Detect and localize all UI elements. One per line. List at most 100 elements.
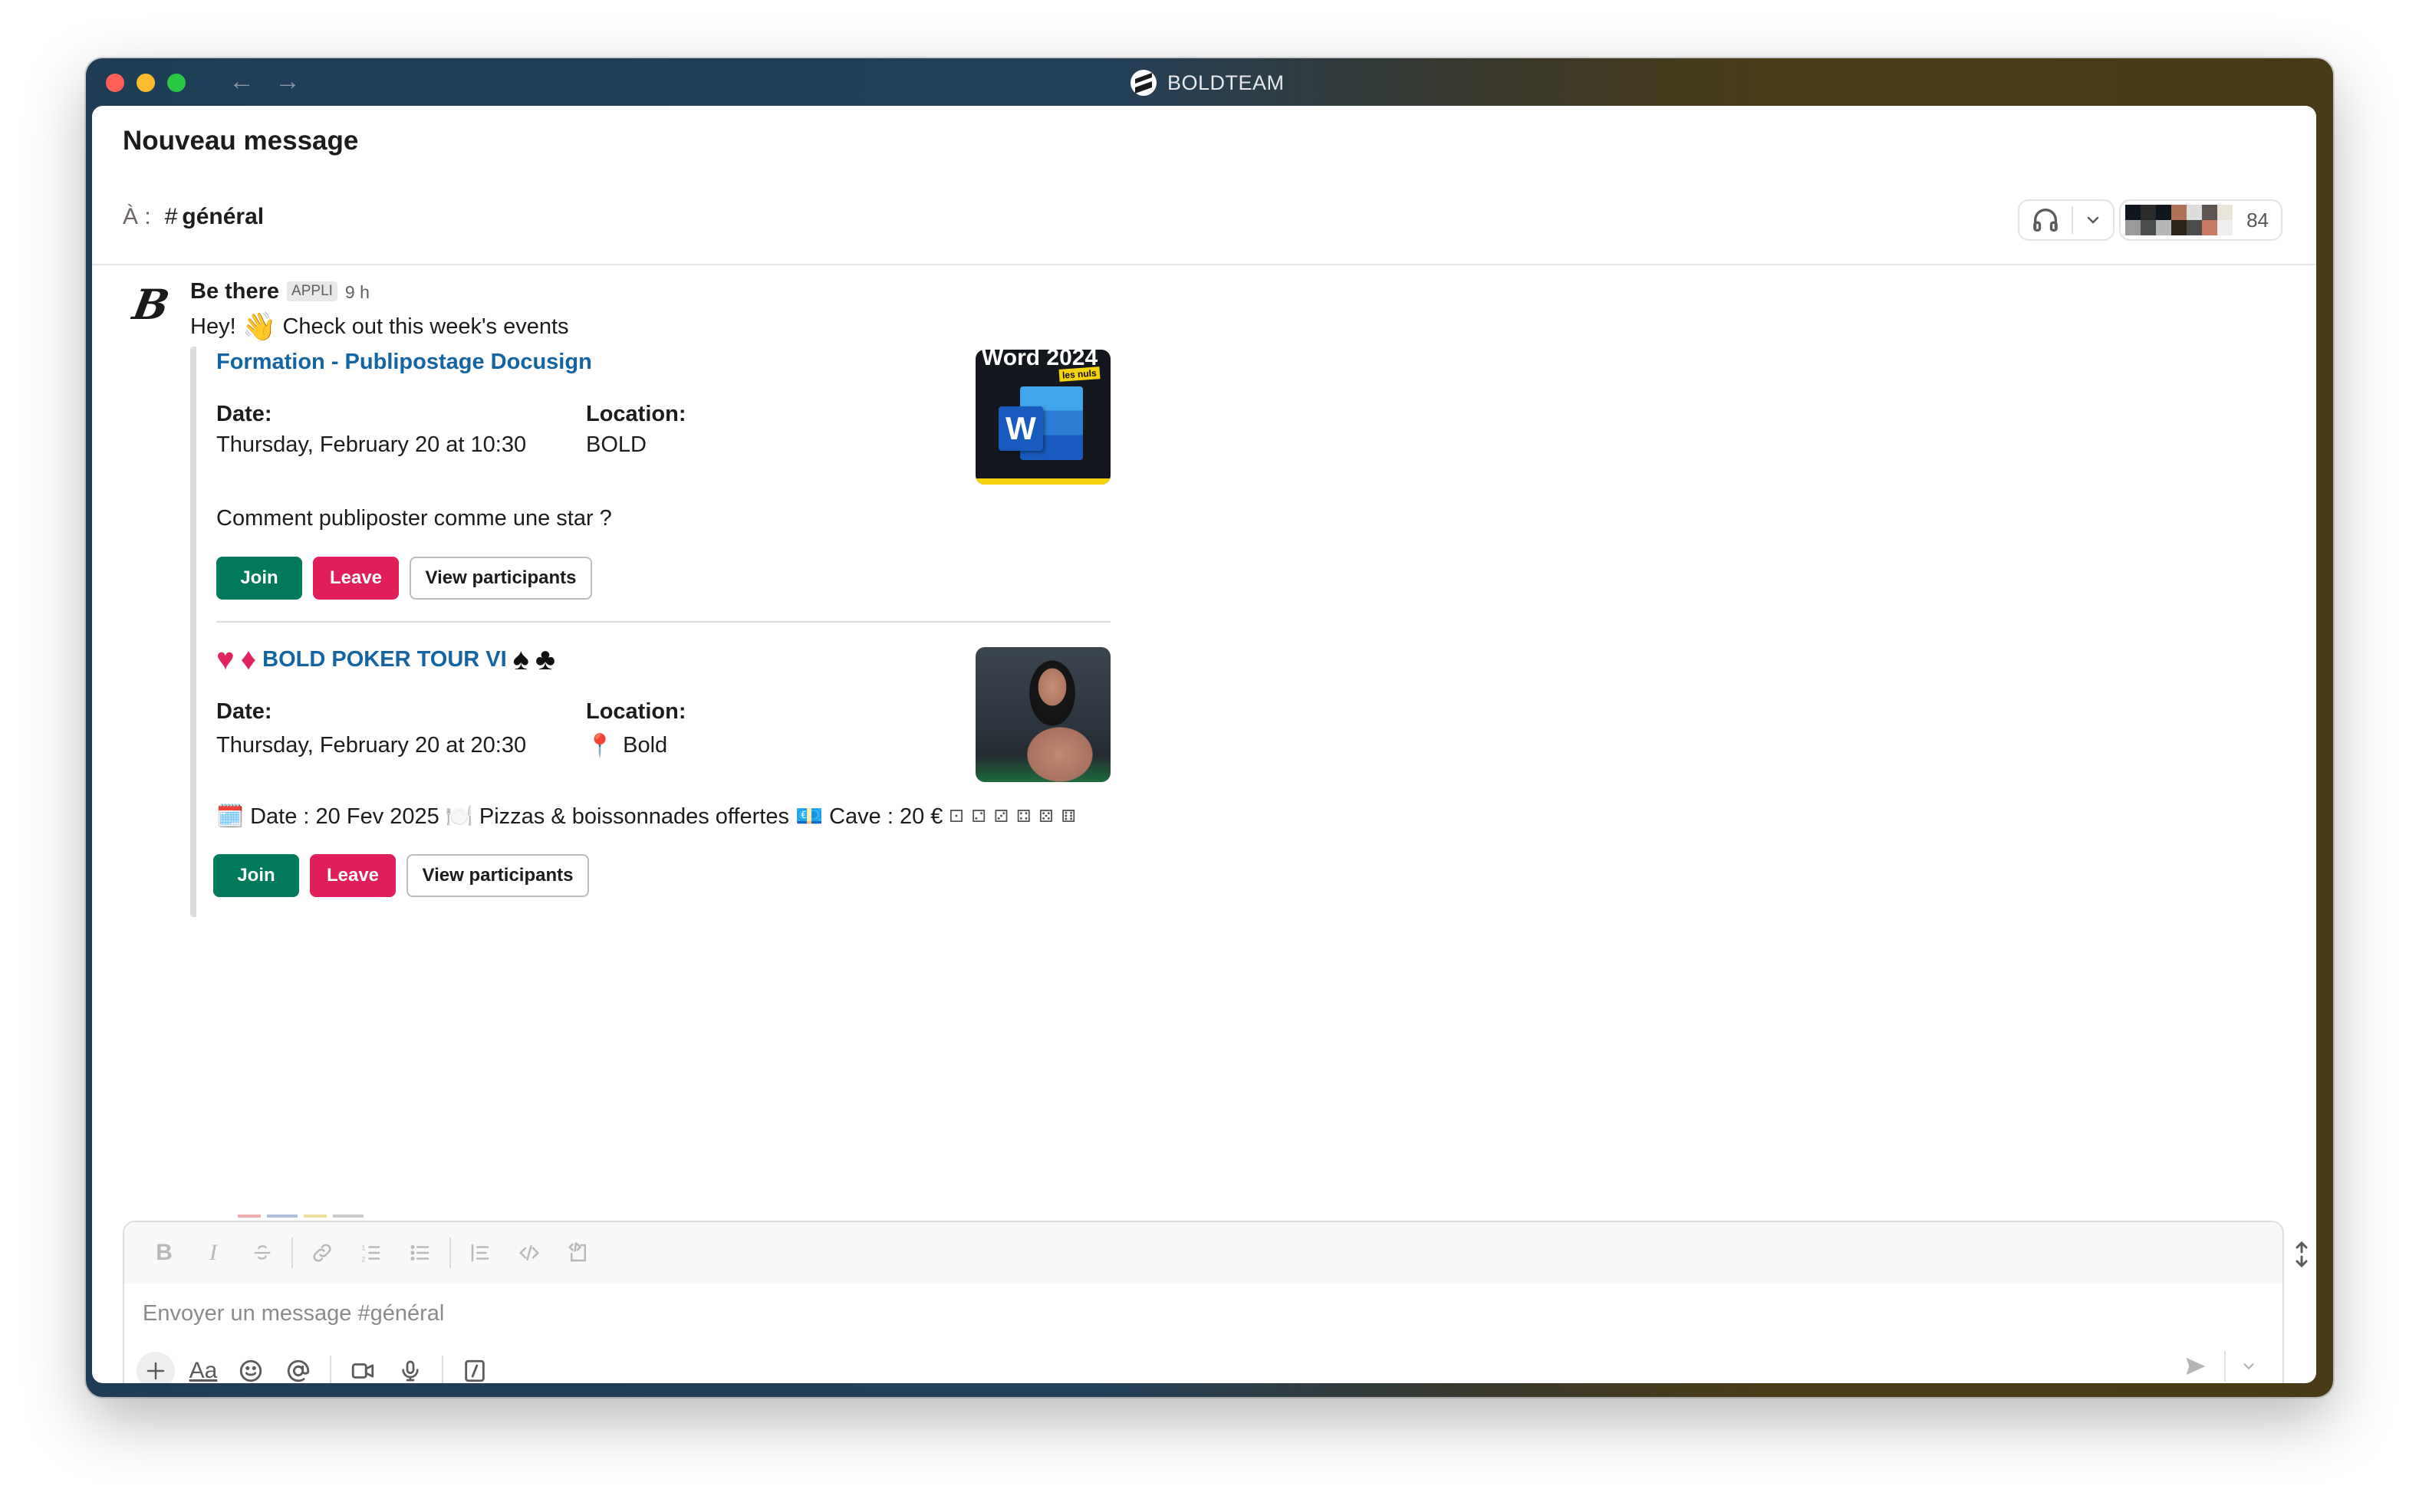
date-value: Thursday, February 20 at 10:30: [216, 432, 527, 457]
avatar: [2171, 205, 2187, 235]
blockquote-icon[interactable]: [456, 1231, 505, 1274]
spade-suit-icon: ♠: [512, 643, 529, 676]
huddle-button[interactable]: [2018, 199, 2115, 241]
location-label: Location:: [586, 699, 686, 724]
emoji-icon[interactable]: [227, 1349, 275, 1383]
avatar: [2125, 205, 2141, 235]
header-divider: [92, 264, 2316, 265]
location-value: 📍 Bold: [586, 733, 667, 759]
view-participants-button[interactable]: View participants: [406, 854, 589, 897]
sender-name[interactable]: Be there: [190, 279, 279, 304]
send-divider: [2224, 1351, 2226, 1382]
arrow-right-icon[interactable]: →: [275, 67, 301, 95]
plus-icon: [146, 1362, 165, 1380]
mention-icon[interactable]: [275, 1349, 322, 1383]
event-title-link[interactable]: Formation - Publipostage Docusign: [216, 350, 592, 375]
composer-actions: Aa: [124, 1343, 2282, 1383]
event-card: ♥ ♦ BOLD POKER TOUR VI ♠ ♣ Date: Thursda…: [213, 621, 1111, 905]
chevron-down-icon[interactable]: [2084, 211, 2102, 229]
to-label: À :: [123, 204, 151, 229]
microphone-icon[interactable]: [387, 1349, 434, 1383]
leave-button[interactable]: Leave: [313, 557, 399, 600]
member-count: 84: [2246, 208, 2269, 232]
event-title-link[interactable]: ♥ ♦ BOLD POKER TOUR VI ♠ ♣: [216, 643, 555, 677]
shortcuts-icon[interactable]: [451, 1349, 499, 1383]
avatar: [2141, 205, 2157, 235]
calendar-icon: 🗓️: [216, 804, 245, 829]
send-controls: [2177, 1349, 2263, 1383]
close-window-button[interactable]: [106, 74, 124, 92]
app-avatar[interactable]: B: [123, 280, 179, 329]
date-label: Date:: [216, 402, 272, 426]
minimize-window-button[interactable]: [137, 74, 155, 92]
bulleted-list-icon[interactable]: [396, 1231, 445, 1274]
event-thumbnail[interactable]: Word 2024 les nuls W: [976, 350, 1111, 485]
description-food: Pizzas & boissonnades offertes: [479, 804, 789, 829]
send-button[interactable]: [2177, 1349, 2215, 1383]
arrow-left-icon[interactable]: ←: [229, 67, 255, 95]
leave-button[interactable]: Leave: [310, 854, 396, 897]
location-text: Bold: [623, 733, 668, 758]
page-title: Nouveau message: [123, 126, 359, 156]
event-actions: Join Leave View participants: [213, 854, 589, 897]
link-icon[interactable]: [298, 1231, 347, 1274]
avatar: [2202, 205, 2218, 235]
code-block-icon[interactable]: [554, 1231, 603, 1274]
recipient-row: À : # général: [123, 204, 264, 230]
expand-composer-button[interactable]: [2290, 1239, 2313, 1270]
app-badge: APPLI: [287, 281, 337, 301]
diamond-suit-icon: ♦: [240, 643, 257, 676]
ordered-list-icon[interactable]: 12: [347, 1231, 396, 1274]
message-timestamp[interactable]: 9 h: [345, 282, 370, 303]
message-text: Hey! 👋 Check out this week's events: [190, 310, 1187, 343]
video-clip-icon[interactable]: [339, 1349, 387, 1383]
workspace-name: BOLDTEAM: [1167, 71, 1285, 94]
message-body: Be there APPLI 9 h Hey! 👋 Check out this…: [190, 279, 1187, 917]
pin-icon: 📍: [586, 734, 614, 758]
avatar: [2217, 205, 2233, 235]
member-avatars: [2125, 205, 2233, 235]
maximize-window-button[interactable]: [167, 74, 186, 92]
plate-icon: 🍽️: [445, 804, 473, 829]
bold-icon[interactable]: B: [140, 1231, 189, 1274]
message-input-wrapper: [124, 1284, 2282, 1343]
message-text-body: Check out this week's events: [282, 314, 569, 339]
strikethrough-icon[interactable]: [238, 1231, 287, 1274]
schedule-send-button[interactable]: [2235, 1351, 2263, 1382]
avatar: [2156, 205, 2172, 235]
waving-hand-icon: 👋: [242, 311, 277, 342]
avatar: [2187, 205, 2203, 235]
scrolled-content-hint: [238, 1215, 453, 1218]
event-title-text: BOLD POKER TOUR VI: [262, 647, 507, 672]
view-participants-button[interactable]: View participants: [410, 557, 592, 600]
channel-header-actions: 84: [2018, 199, 2282, 241]
expand-vertical-icon: [2296, 1241, 2308, 1268]
channel-hash-icon: #: [164, 204, 178, 229]
join-button[interactable]: Join: [216, 557, 302, 600]
heart-suit-icon: ♥: [216, 643, 235, 676]
location-label: Location:: [586, 402, 686, 426]
add-attachment-button[interactable]: [137, 1352, 175, 1383]
workspace-logo-icon: [1131, 70, 1157, 96]
word-logo-icon: W: [999, 406, 1043, 451]
members-button[interactable]: 84: [2119, 199, 2282, 241]
toolbar-divider: [442, 1356, 443, 1383]
toolbar-divider: [291, 1238, 293, 1268]
title-bar: ← → BOLDTEAM: [86, 58, 2333, 106]
divider: [2072, 206, 2074, 234]
formatting-toggle-icon[interactable]: Aa: [179, 1349, 227, 1383]
recipient-channel[interactable]: # général: [165, 204, 264, 230]
chevron-down-icon: [2243, 1363, 2254, 1370]
word-book-cover-image: Word 2024 les nuls W: [976, 350, 1111, 485]
description-cave: Cave : 20 €: [829, 804, 943, 829]
event-card: Formation - Publipostage Docusign Date: …: [216, 347, 1111, 621]
message-input[interactable]: [143, 1300, 2282, 1326]
join-button[interactable]: Join: [213, 854, 299, 897]
event-actions: Join Leave View participants: [216, 557, 592, 600]
event-thumbnail[interactable]: [976, 647, 1111, 782]
svg-text:2: 2: [362, 1255, 366, 1263]
toolbar-divider: [330, 1356, 331, 1383]
message-text-greeting: Hey!: [190, 314, 236, 339]
italic-icon[interactable]: I: [189, 1231, 238, 1274]
code-icon[interactable]: [505, 1231, 554, 1274]
